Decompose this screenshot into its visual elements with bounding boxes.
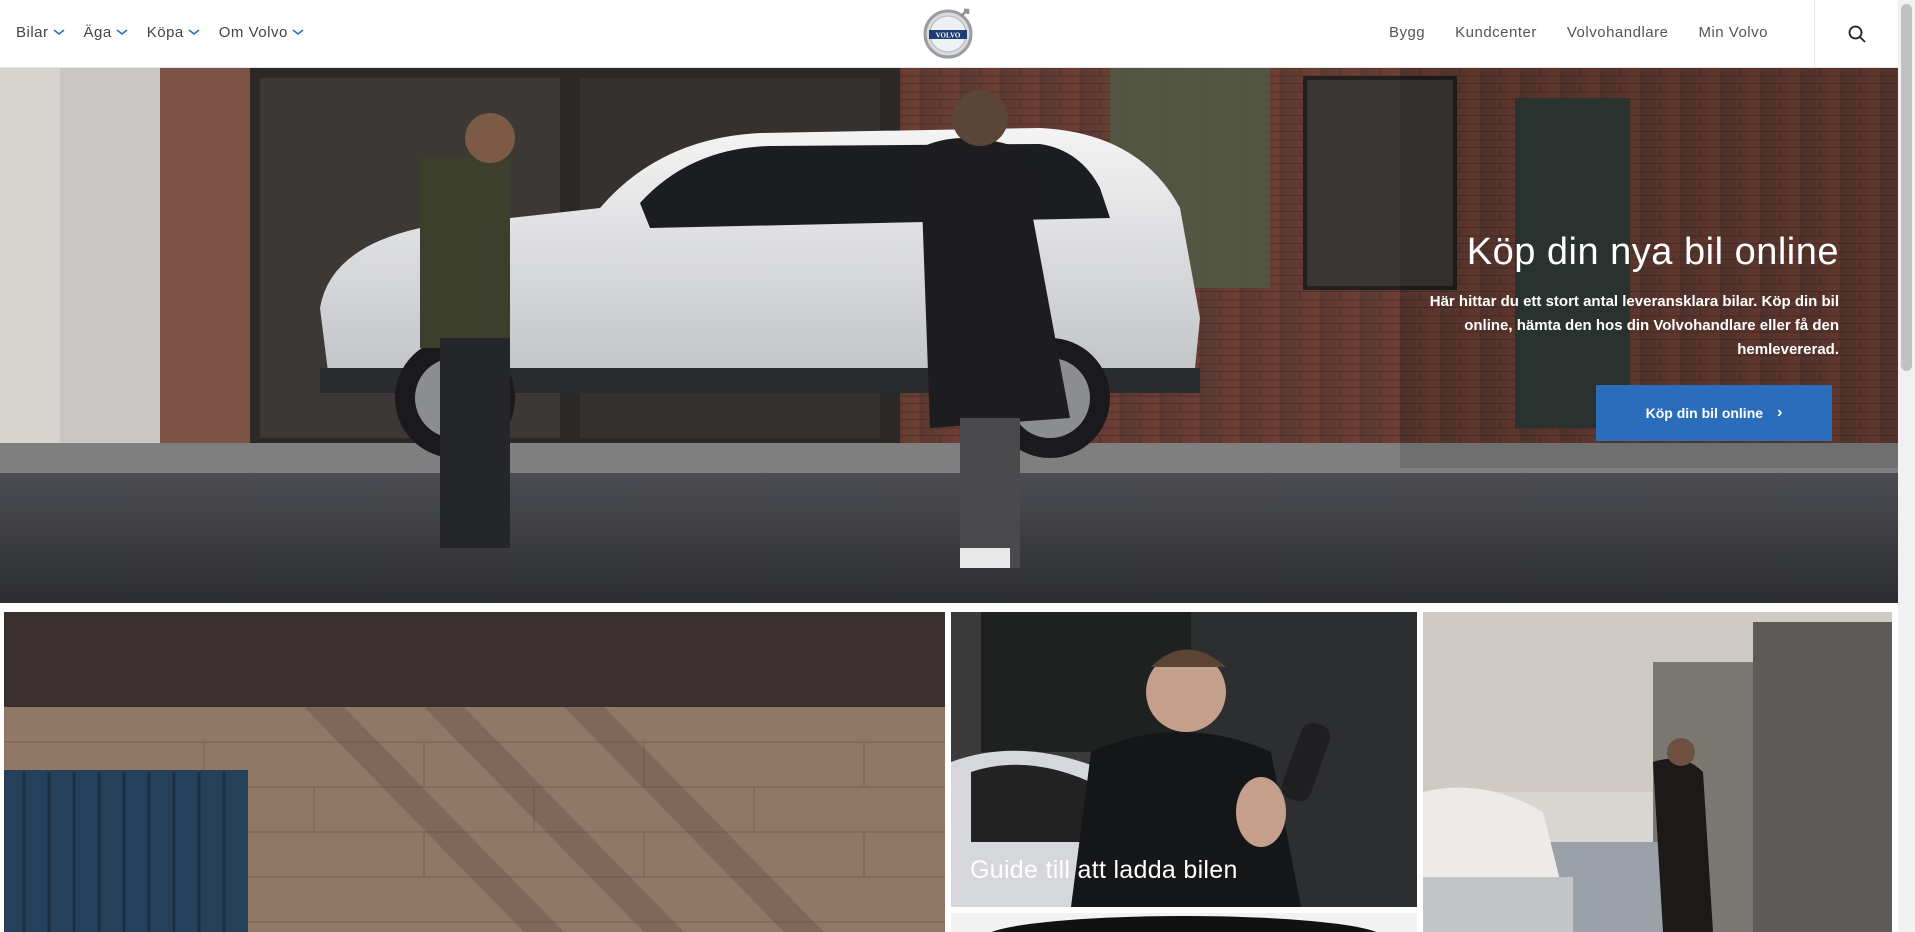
hero-text: Köp din nya bil online Här hittar du ett… — [1419, 231, 1839, 362]
promo-tile-2[interactable]: Guide till att ladda bilen — [951, 612, 1417, 907]
hero-title: Köp din nya bil online — [1466, 231, 1839, 273]
chevron-down-icon — [188, 29, 200, 36]
hero-banner: Köp din nya bil online Här hittar du ett… — [0, 68, 1898, 603]
chevron-down-icon — [53, 29, 65, 36]
promo-tile-1[interactable] — [4, 612, 945, 932]
page-scrollbar[interactable] — [1898, 0, 1915, 932]
scrollbar-thumb[interactable] — [1901, 4, 1912, 371]
nav-link-kundcenter[interactable]: Kundcenter — [1455, 24, 1537, 41]
nav-link-volvohandlare[interactable]: Volvohandlare — [1567, 24, 1669, 41]
tile-image — [1423, 612, 1892, 932]
secondary-menu: Bygg Kundcenter Volvohandlare Min Volvo — [1389, 0, 1768, 64]
nav-item-label: Äga — [83, 23, 112, 41]
nav-item-kopa[interactable]: Köpa — [147, 24, 200, 41]
top-navigation: Bilar Äga Köpa Om Volvo VOLVO Bygg Kundc… — [0, 0, 1898, 68]
nav-item-om-volvo[interactable]: Om Volvo — [219, 24, 304, 41]
tile-title: Guide till att ladda bilen — [970, 856, 1238, 884]
svg-text:VOLVO: VOLVO — [936, 32, 961, 40]
search-button[interactable] — [1814, 0, 1898, 67]
nav-item-bilar[interactable]: Bilar — [16, 24, 65, 41]
buy-online-button[interactable]: Köp din bil online › — [1596, 385, 1832, 441]
volvo-logo[interactable]: VOLVO — [921, 6, 975, 60]
nav-item-aga[interactable]: Äga — [84, 24, 128, 41]
search-icon — [1848, 25, 1866, 43]
nav-link-min-volvo[interactable]: Min Volvo — [1698, 24, 1768, 41]
nav-item-label: Bilar — [16, 23, 49, 41]
buy-online-label: Köp din bil online — [1645, 405, 1764, 421]
chevron-down-icon — [292, 29, 304, 36]
primary-menu: Bilar Äga Köpa Om Volvo — [16, 0, 323, 64]
nav-item-label: Om Volvo — [218, 23, 288, 41]
nav-link-bygg[interactable]: Bygg — [1389, 24, 1425, 41]
tile-image — [951, 913, 1417, 932]
promo-tile-3[interactable] — [1423, 612, 1892, 932]
hero-subtitle: Här hittar du ett stort antal leveranskl… — [1429, 293, 1839, 358]
chevron-right-icon: › — [1777, 404, 1783, 421]
chevron-down-icon — [116, 29, 128, 36]
tile-image — [4, 612, 945, 932]
nav-item-label: Köpa — [146, 23, 184, 41]
promo-tile-4[interactable] — [951, 913, 1417, 932]
